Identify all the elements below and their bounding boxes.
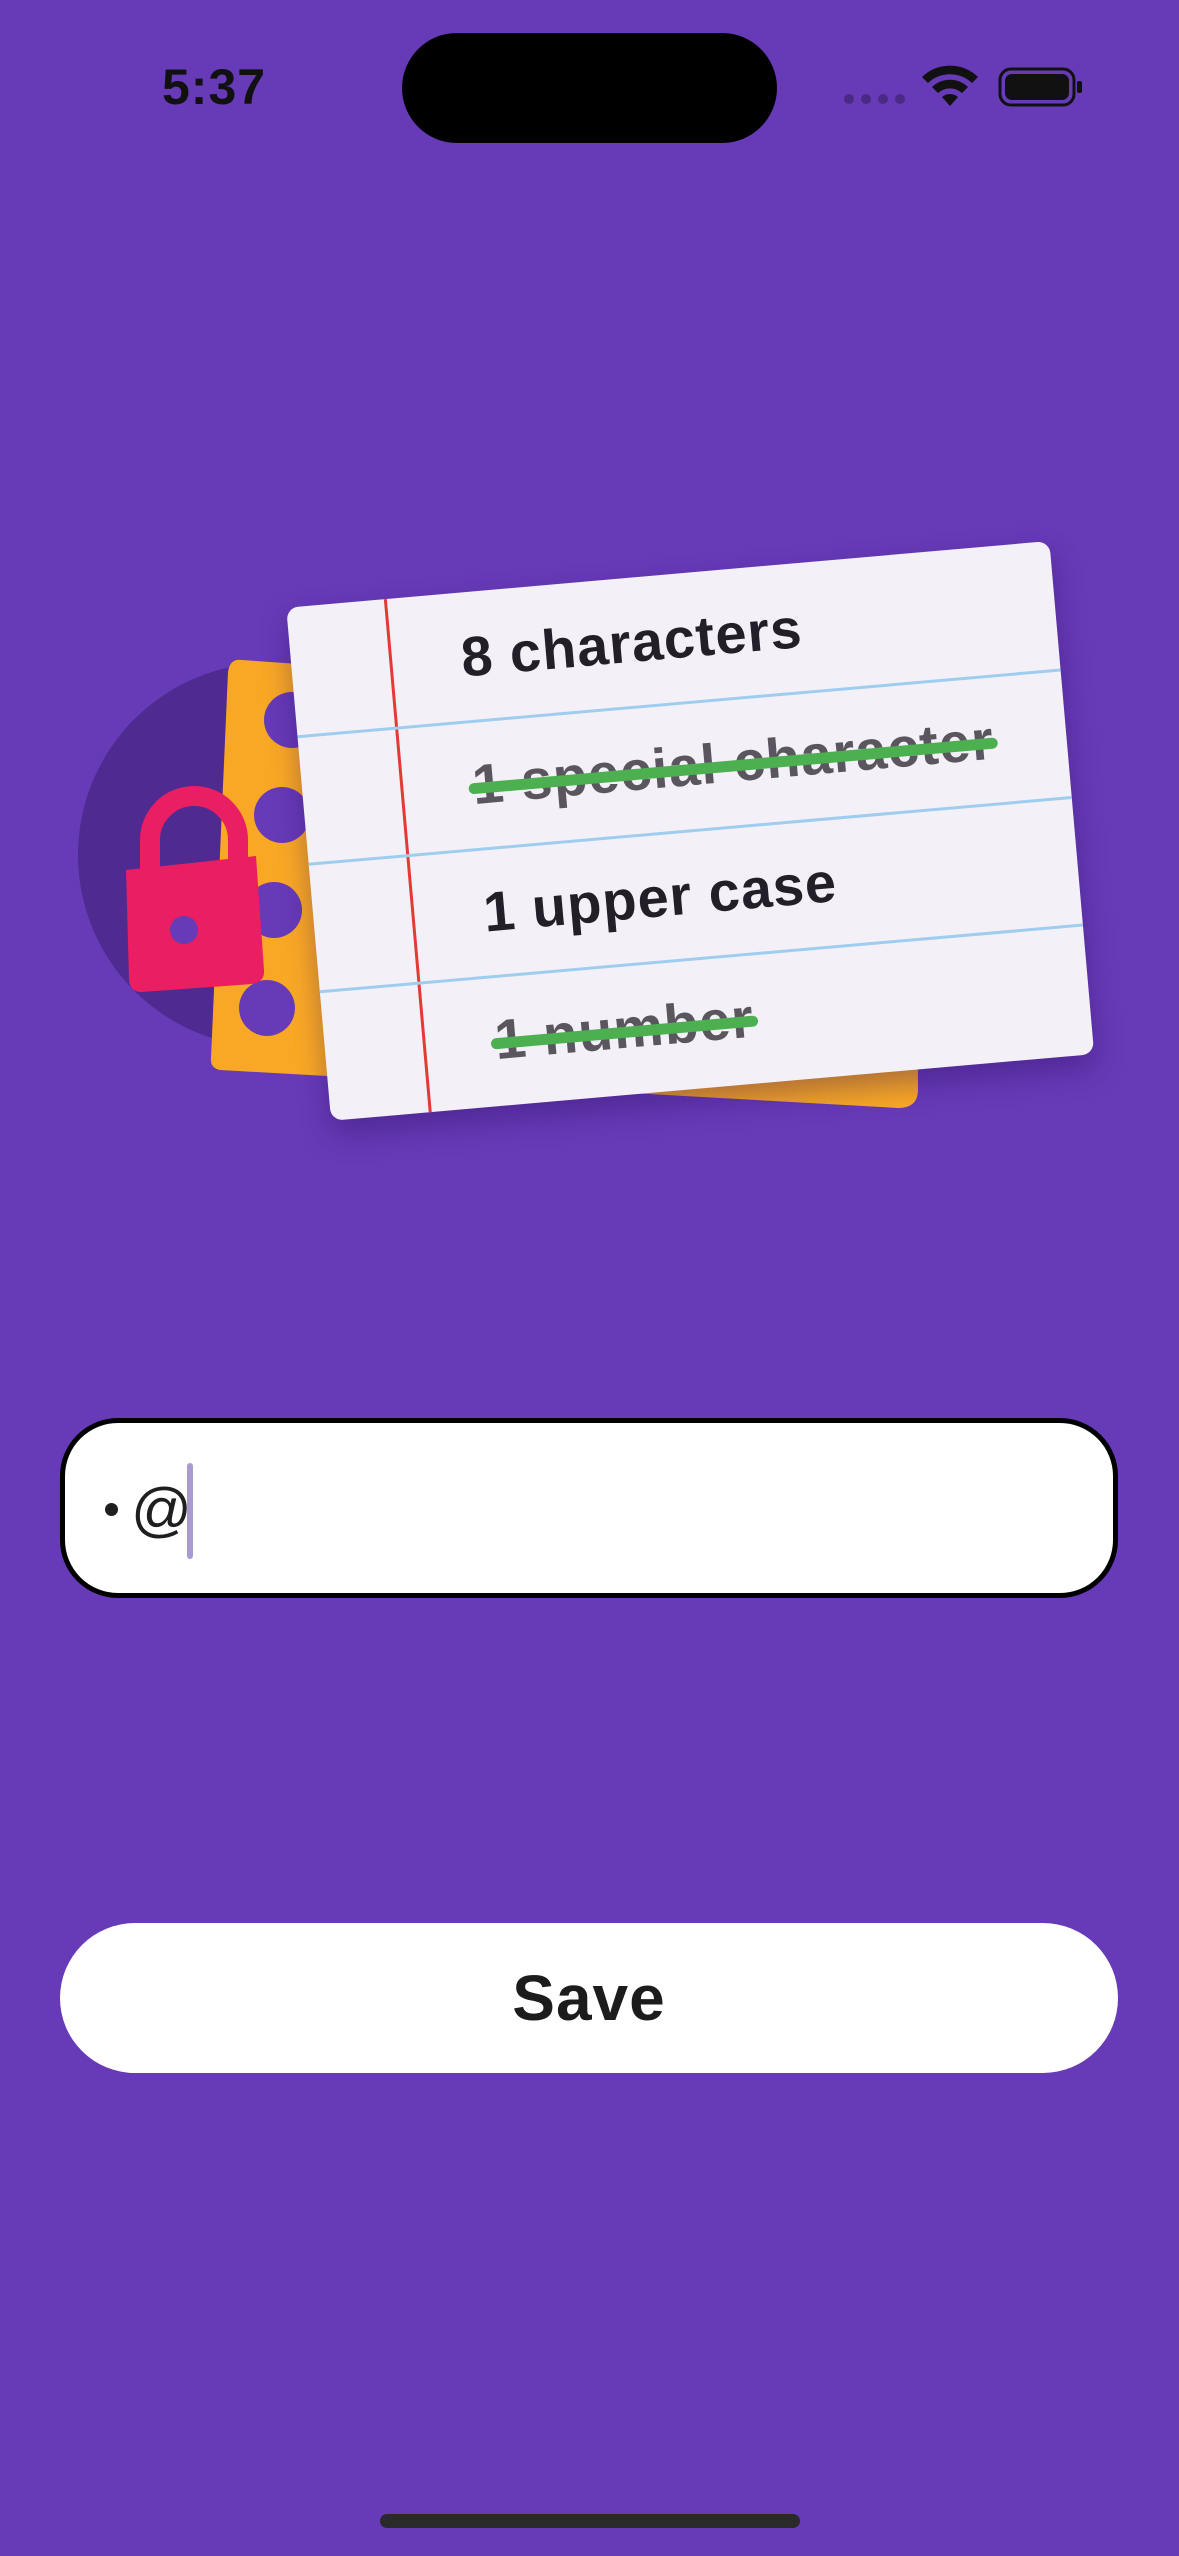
password-input[interactable]: @ (60, 1418, 1118, 1598)
wifi-icon (922, 65, 978, 106)
cellular-signal-icon (844, 94, 905, 104)
save-button[interactable]: Save (60, 1923, 1118, 2073)
home-indicator[interactable] (380, 2514, 800, 2528)
requirement-item-met: 1 number (489, 953, 759, 1103)
status-time: 5:37 (162, 59, 267, 115)
dynamic-island (402, 33, 777, 143)
text-caret (187, 1463, 193, 1559)
password-visible-char: @ (131, 1476, 192, 1543)
battery-icon (998, 67, 1082, 107)
requirements-notepad: 8 characters 1 special character 1 upper… (286, 541, 1095, 1121)
masked-character (105, 1503, 118, 1516)
